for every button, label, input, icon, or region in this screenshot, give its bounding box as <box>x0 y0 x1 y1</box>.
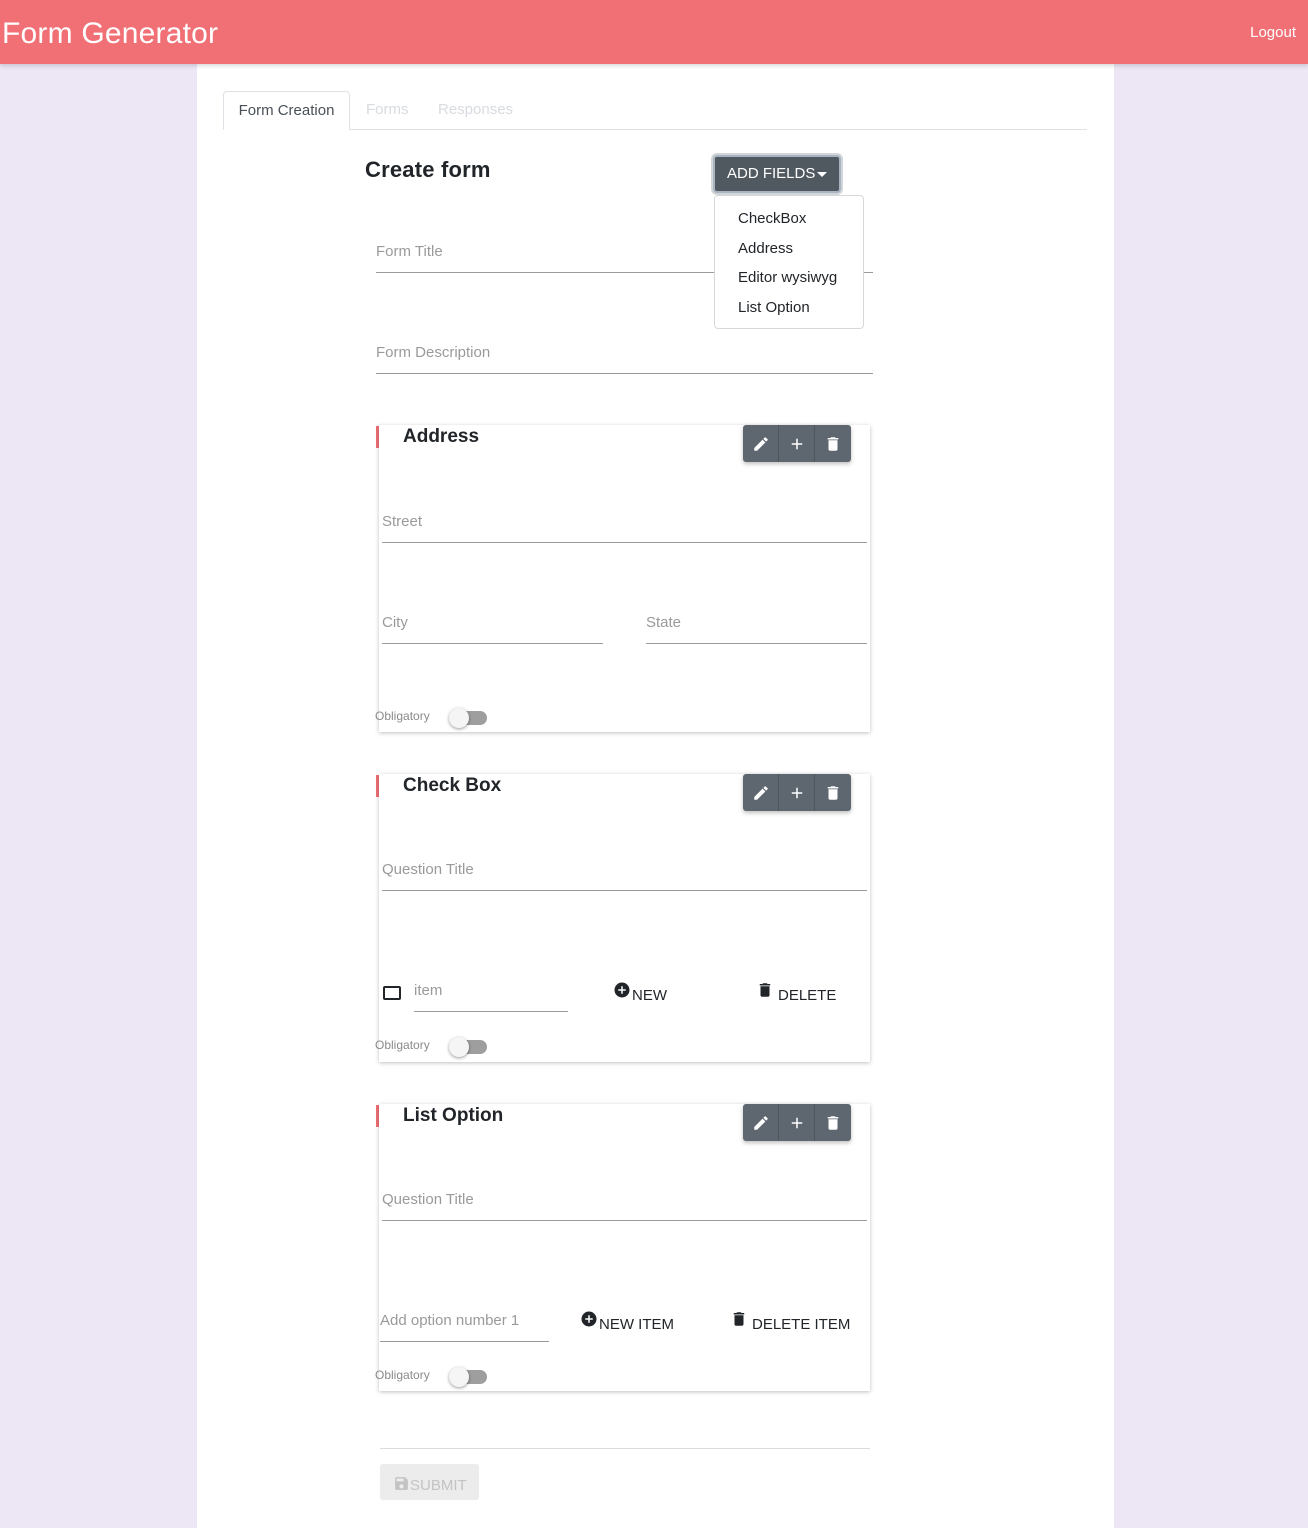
pencil-icon <box>753 436 768 451</box>
trash-icon <box>827 785 839 800</box>
question-title-input[interactable]: Question Title <box>382 848 867 891</box>
city-placeholder: City <box>382 614 408 631</box>
add-fields-dropdown-menu: CheckBox Address Editor wysiwyg List Opt… <box>714 195 864 329</box>
checkbox-item-input[interactable]: item <box>414 974 568 1012</box>
delete-button[interactable] <box>815 774 851 811</box>
tab-form-creation[interactable]: Form Creation <box>223 91 350 130</box>
tab-bar: Form Creation Forms Responses <box>223 91 1087 130</box>
submit-label: SUBMIT <box>410 1477 467 1494</box>
obligatory-label: Obligatory <box>375 1368 430 1382</box>
submit-divider <box>380 1448 870 1449</box>
toggle-knob <box>449 1367 469 1387</box>
new-item-button[interactable]: NEW ITEM <box>580 1303 674 1333</box>
question-title-placeholder: Question Title <box>382 861 474 878</box>
add-fields-label: ADD FIELDS <box>727 165 816 182</box>
brand-title[interactable]: Form Generator <box>2 16 218 52</box>
plus-icon <box>791 787 802 798</box>
card-title: Address <box>403 426 480 447</box>
plus-circle-icon <box>614 982 630 998</box>
trash-icon <box>827 1115 839 1130</box>
plus-icon <box>791 438 802 449</box>
main-panel: Form Creation Forms Responses Create for… <box>197 64 1114 1528</box>
trash-icon <box>827 436 839 451</box>
dropdown-item-editor-wysiwyg[interactable]: Editor wysiwyg <box>715 263 863 293</box>
toggle-knob <box>449 1037 469 1057</box>
delete-button[interactable] <box>815 425 851 462</box>
question-title-placeholder: Question Title <box>382 1191 474 1208</box>
form-description-placeholder: Form Description <box>376 344 491 361</box>
dropdown-item-address[interactable]: Address <box>715 234 863 264</box>
state-input[interactable]: State <box>646 601 867 644</box>
street-placeholder: Street <box>382 513 423 530</box>
dropdown-item-list-option[interactable]: List Option <box>715 293 863 323</box>
new-item-label: NEW ITEM <box>599 1316 674 1333</box>
delete-item-button[interactable]: DELETE <box>756 974 836 1004</box>
checkbox-card: Check Box Question Title item NEW DELETE <box>375 774 870 1062</box>
pencil-icon <box>753 1115 768 1130</box>
question-title-input[interactable]: Question Title <box>382 1178 867 1221</box>
new-item-button[interactable]: NEW <box>613 974 667 1004</box>
card-title: List Option <box>403 1105 504 1126</box>
new-label: NEW <box>632 987 667 1004</box>
city-input[interactable]: City <box>382 601 603 644</box>
save-icon <box>395 1477 408 1490</box>
dropdown-item-checkbox[interactable]: CheckBox <box>715 204 863 234</box>
option-input[interactable]: Add option number 1 <box>380 1302 549 1342</box>
add-button[interactable] <box>779 774 815 811</box>
submit-button[interactable]: SUBMIT <box>380 1464 479 1500</box>
delete-label: DELETE <box>778 987 837 1004</box>
delete-item-button[interactable]: DELETE ITEM <box>730 1303 850 1333</box>
tab-forms[interactable]: Forms <box>366 91 409 130</box>
card-action-group <box>743 425 851 462</box>
caret-down-icon <box>817 172 827 177</box>
obligatory-label: Obligatory <box>375 1038 430 1052</box>
edit-button[interactable] <box>743 425 779 462</box>
item-placeholder: item <box>414 982 443 999</box>
tab-responses[interactable]: Responses <box>438 91 513 130</box>
obligatory-toggle[interactable] <box>449 1037 487 1057</box>
option-placeholder: Add option number 1 <box>380 1312 520 1329</box>
top-navbar: Form Generator Logout <box>0 0 1308 64</box>
state-placeholder: State <box>646 614 682 631</box>
form-title-placeholder: Form Title <box>376 243 443 260</box>
add-button[interactable] <box>779 1104 815 1141</box>
edit-button[interactable] <box>743 1104 779 1141</box>
card-action-group <box>743 1104 851 1141</box>
plus-icon <box>791 1117 802 1128</box>
trash-icon <box>733 1312 745 1326</box>
add-fields-button[interactable]: ADD FIELDS <box>713 155 841 193</box>
obligatory-label: Obligatory <box>375 709 430 723</box>
page-title: Create form <box>365 157 491 182</box>
logout-link[interactable]: Logout <box>1250 24 1296 41</box>
add-button[interactable] <box>779 425 815 462</box>
street-input[interactable]: Street <box>382 500 867 543</box>
address-card: Address Street City State Obligatory <box>375 425 870 732</box>
list-option-card: List Option Question Title Add option nu… <box>375 1104 870 1391</box>
form-description-input[interactable]: Form Description <box>376 335 873 374</box>
delete-button[interactable] <box>815 1104 851 1141</box>
edit-button[interactable] <box>743 774 779 811</box>
trash-icon <box>759 983 771 997</box>
card-title: Check Box <box>403 775 502 796</box>
obligatory-toggle[interactable] <box>449 1367 487 1387</box>
card-action-group <box>743 774 851 811</box>
checkbox-square-outline-icon[interactable] <box>383 986 401 1000</box>
delete-item-label: DELETE ITEM <box>752 1316 851 1333</box>
toggle-knob <box>449 708 469 728</box>
pencil-icon <box>753 785 768 800</box>
obligatory-toggle[interactable] <box>449 708 487 728</box>
plus-circle-icon <box>581 1311 597 1327</box>
